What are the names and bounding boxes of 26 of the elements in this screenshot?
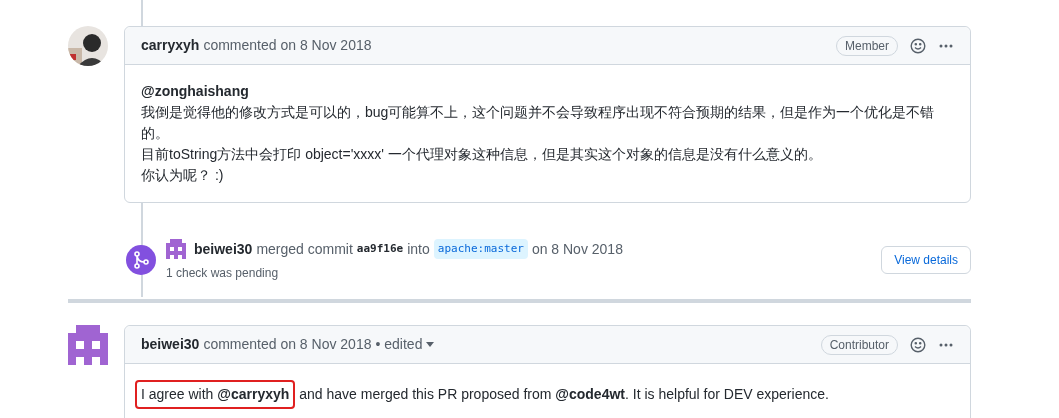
comment-text: 你认为呢？ :) (141, 166, 224, 185)
event-date: on 8 Nov 2018 (531, 239, 623, 259)
comment-text: I agree with @carryxyh (141, 386, 290, 402)
event-text: merged commit (256, 239, 353, 259)
comment-text: 目前toString方法中会打印 object='xxxx' 一个代理对象这种信息，但是其实这个对象的信息是没有什么意义的。 (141, 145, 822, 164)
comment-text: and have merged this PR proposed from @code4wt. It is helpful for DEV experience. (299, 385, 829, 404)
author-link[interactable]: beiwei30 (194, 238, 253, 260)
comment-timestamp: commented on 8 Nov 2018 (203, 36, 372, 55)
avatar (68, 26, 108, 66)
comment-text: 我倒是觉得他的修改方式是可以的，bug可能算不上，这个问题并不会导致程序出现不符合预期的结果，但是作为一个优化是不错的。 (141, 103, 936, 143)
comment-text: @zonghaishang (141, 82, 249, 101)
view-details-button[interactable]: View details (881, 246, 971, 274)
merge-icon (126, 245, 156, 275)
emoji-reaction-icon[interactable] (910, 37, 926, 54)
emoji-reaction-icon[interactable] (910, 336, 926, 353)
comment-timestamp: commented on 8 Nov 2018 (203, 335, 372, 354)
edited-label[interactable]: • edited (375, 334, 435, 355)
avatar (68, 325, 108, 365)
event-text: into (407, 239, 430, 259)
author-avatar (166, 239, 186, 259)
author-link[interactable]: carryxyh (141, 35, 200, 56)
caret-icon (426, 342, 435, 347)
check-status: 1 check was pending (166, 264, 280, 282)
author-link[interactable]: beiwei30 (141, 334, 200, 355)
branch-label[interactable]: apache:master (433, 238, 528, 260)
commit-link[interactable]: aa9f16e (356, 240, 404, 258)
